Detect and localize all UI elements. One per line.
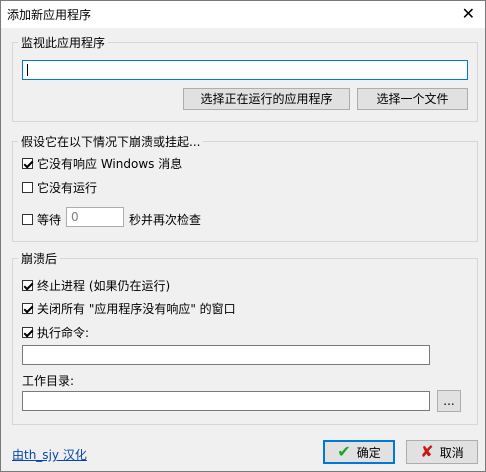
condition-group: 假设它在以下情况下崩溃或挂起... 它没有响应 Windows 消息 它没有运行…	[12, 133, 478, 242]
wait-suffix-label: 秒并再次检查	[129, 213, 202, 227]
ok-label: 确定	[356, 446, 381, 460]
monitor-group-label: 监视此应用程序	[18, 34, 109, 51]
not-running-label: 它没有运行	[37, 181, 98, 195]
app-path-input[interactable]	[22, 60, 468, 80]
not-running-checkbox[interactable]: 它没有运行	[22, 179, 97, 196]
cancel-label: 取消	[439, 446, 464, 460]
after-crash-group: 崩溃后 终止进程 (如果仍在运行) 关闭所有 "应用程序没有响应" 的窗口 执行…	[12, 250, 478, 425]
credit-link[interactable]: 由th_sjy 汉化	[12, 446, 87, 463]
terminate-process-checkbox[interactable]: 终止进程 (如果仍在运行)	[22, 277, 170, 294]
not-responding-label: 它没有响应 Windows 消息	[37, 157, 183, 171]
wait-seconds-input[interactable]: 0	[66, 207, 124, 227]
workdir-input[interactable]	[22, 391, 430, 411]
close-windows-label: 关闭所有 "应用程序没有响应" 的窗口	[37, 302, 236, 316]
checkbox-box	[22, 303, 33, 314]
select-file-button[interactable]: 选择一个文件	[357, 88, 468, 110]
run-command-label: 执行命令:	[37, 326, 90, 340]
not-responding-checkbox[interactable]: 它没有响应 Windows 消息	[22, 155, 182, 172]
browse-button[interactable]: ...	[437, 390, 461, 412]
run-command-checkbox[interactable]: 执行命令:	[22, 324, 89, 341]
monitor-group: 监视此应用程序 选择正在运行的应用程序 选择一个文件	[12, 34, 478, 122]
checkbox-box	[22, 327, 33, 338]
workdir-label: 工作目录:	[22, 374, 75, 388]
check-icon: ✔	[337, 442, 351, 461]
checkbox-box	[22, 158, 33, 169]
text-caret	[27, 64, 28, 76]
wait-label: 等待	[37, 213, 62, 227]
checkbox-box	[22, 280, 33, 291]
after-crash-group-label: 崩溃后	[18, 250, 61, 267]
select-running-app-button[interactable]: 选择正在运行的应用程序	[183, 88, 350, 110]
title-bar: 添加新应用程序 ✕	[1, 1, 485, 28]
cancel-button[interactable]: ✘ 取消	[406, 440, 478, 464]
close-windows-checkbox[interactable]: 关闭所有 "应用程序没有响应" 的窗口	[22, 300, 236, 317]
condition-group-label: 假设它在以下情况下崩溃或挂起...	[18, 133, 204, 150]
checkbox-box	[22, 214, 33, 225]
close-icon[interactable]: ✕	[462, 4, 475, 24]
x-icon: ✘	[420, 442, 434, 461]
dialog-window: 添加新应用程序 ✕ 监视此应用程序 选择正在运行的应用程序 选择一个文件 假设它…	[0, 0, 486, 472]
checkbox-box	[22, 182, 33, 193]
window-title: 添加新应用程序	[7, 8, 92, 22]
ok-button[interactable]: ✔ 确定	[323, 440, 395, 464]
command-input[interactable]	[22, 345, 430, 365]
terminate-process-label: 终止进程 (如果仍在运行)	[37, 279, 171, 293]
wait-checkbox[interactable]: 等待	[22, 211, 61, 228]
